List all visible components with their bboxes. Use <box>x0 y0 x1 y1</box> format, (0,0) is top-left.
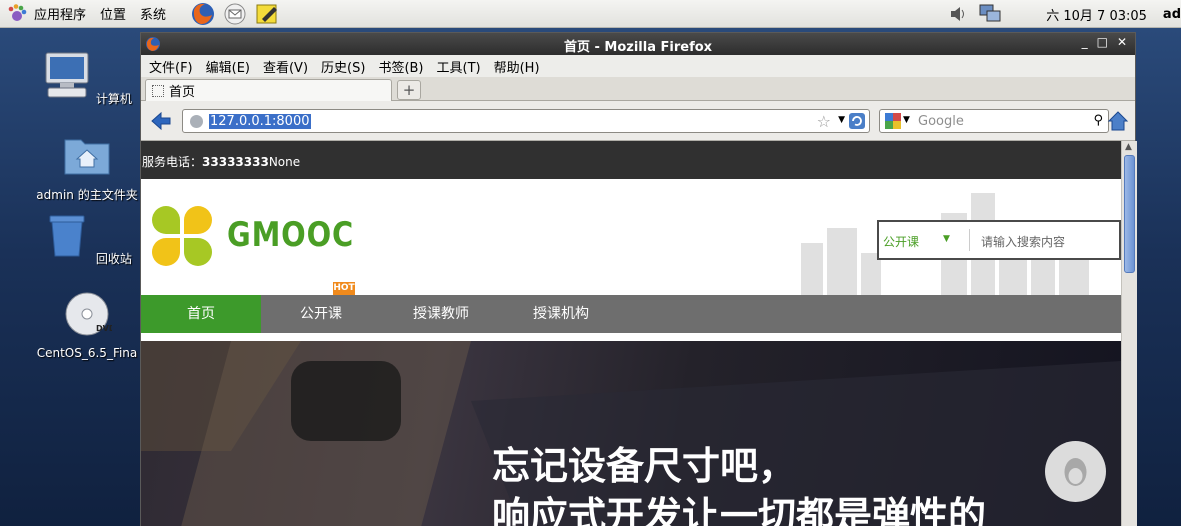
binoculars-icon[interactable]: ⚲ <box>1093 113 1103 128</box>
scrollbar-thumb[interactable] <box>1124 155 1135 273</box>
panel-menu-places[interactable]: 位置 <box>100 4 126 23</box>
firefox-window: 首页 - Mozilla Firefox _ □ ✕ 文件(F) 编辑(E) 查… <box>140 32 1137 526</box>
minimize-icon[interactable]: _ <box>1082 35 1088 49</box>
menu-edit[interactable]: 编辑(E) <box>206 57 250 76</box>
computer-icon <box>45 52 89 98</box>
banner-line-2: 响应式开发让一切都是弹性的 <box>492 494 987 526</box>
new-tab-button[interactable]: + <box>397 80 421 100</box>
volume-icon[interactable] <box>948 4 968 24</box>
menu-help[interactable]: 帮助(H) <box>494 57 540 76</box>
hot-badge: HOT <box>333 282 355 295</box>
page-scrollbar[interactable]: ▲ <box>1121 141 1137 526</box>
search-divider <box>969 229 970 251</box>
back-icon[interactable] <box>150 110 172 132</box>
site-identity-icon[interactable] <box>190 115 203 128</box>
category-dropdown-icon[interactable]: ▼ <box>943 234 950 244</box>
window-titlebar[interactable]: 首页 - Mozilla Firefox _ □ ✕ <box>141 33 1135 55</box>
desktop-icon-label: 回收站 <box>95 252 132 266</box>
tab-bar: 首页 + <box>141 77 1135 101</box>
course-search-box[interactable]: 公开课 ▼ 请输入搜索内容 <box>877 220 1121 260</box>
service-phone: 33333333 <box>202 155 269 169</box>
qq-chat-button[interactable] <box>1045 441 1106 502</box>
scroll-up-icon[interactable]: ▲ <box>1125 142 1132 152</box>
menu-history[interactable]: 历史(S) <box>321 57 365 76</box>
engine-dropdown-icon[interactable]: ▼ <box>903 115 910 125</box>
banner-headline: 忘记设备尺寸吧， 响应式开发让一切都是弹性的 <box>492 441 986 526</box>
menu-view[interactable]: 查看(V) <box>263 57 308 76</box>
site-logo-icon[interactable] <box>151 205 213 267</box>
panel-menu-system[interactable]: 系统 <box>140 4 166 23</box>
desktop-icon-computer[interactable]: 计算机 <box>22 50 152 107</box>
panel-clock[interactable]: 六 10月 7 03:05 <box>1046 5 1147 24</box>
close-icon[interactable]: ✕ <box>1117 35 1127 49</box>
panel-user[interactable]: ad <box>1163 7 1181 22</box>
hero-banner[interactable]: 忘记设备尺寸吧， 响应式开发让一切都是弹性的 <box>141 341 1121 526</box>
search-bar[interactable]: ▼ Google ⚲ <box>879 109 1109 133</box>
desktop-icon-home[interactable]: admin 的主文件夹 <box>22 130 152 203</box>
nav-teachers[interactable]: 授课教师 <box>381 295 501 333</box>
nav-home[interactable]: 首页 <box>141 295 261 333</box>
trash-icon <box>49 215 85 257</box>
gnome-foot-icon[interactable] <box>6 3 28 25</box>
notes-launcher-icon[interactable] <box>254 1 280 27</box>
google-engine-icon[interactable] <box>885 113 901 129</box>
desktop-icon-trash[interactable]: 回收站 <box>22 210 152 267</box>
svg-text:DVD: DVD <box>96 324 112 333</box>
desktop-icon-dvd[interactable]: DVD CentOS_6.5_Fina <box>22 290 152 360</box>
bookmark-star-icon[interactable]: ☆ <box>817 112 831 131</box>
search-category[interactable]: 公开课 <box>883 233 919 250</box>
top-panel: 应用程序 位置 系统 六 10月 7 03:05 ad <box>0 0 1181 28</box>
service-suffix: None <box>268 155 301 169</box>
url-text[interactable]: 127.0.0.1:8000 <box>209 114 311 129</box>
navigation-toolbar: 127.0.0.1:8000 ☆ ▼ ▼ Google ⚲ <box>141 101 1135 141</box>
banner-line-1: 忘记设备尺寸吧， <box>492 444 797 488</box>
qq-penguin-icon <box>1064 458 1087 486</box>
desktop-icon-label: admin 的主文件夹 <box>36 188 138 202</box>
nav-courses[interactable]: 公开课 <box>261 295 381 333</box>
dvd-icon: DVD <box>65 292 116 336</box>
menu-bookmarks[interactable]: 书签(B) <box>378 57 423 76</box>
network-icon[interactable] <box>978 3 1002 25</box>
search-input[interactable]: 请输入搜索内容 <box>981 233 1065 250</box>
mail-launcher-icon[interactable] <box>222 1 248 27</box>
home-folder-icon <box>64 139 110 175</box>
menu-tools[interactable]: 工具(T) <box>437 57 481 76</box>
home-icon[interactable] <box>1107 110 1129 132</box>
desktop-icon-label: 计算机 <box>95 92 132 106</box>
url-bar[interactable]: 127.0.0.1:8000 ☆ ▼ <box>182 109 870 133</box>
site-header: GMOOC 公开课 ▼ 请输入搜索内容 <box>141 179 1121 295</box>
menu-bar: 文件(F) 编辑(E) 查看(V) 历史(S) 书签(B) 工具(T) 帮助(H… <box>141 55 1135 77</box>
firefox-launcher-icon[interactable] <box>190 1 216 27</box>
menu-file[interactable]: 文件(F) <box>149 57 193 76</box>
tab-home[interactable]: 首页 <box>145 79 392 101</box>
page-favicon-icon <box>152 84 164 97</box>
site-nav: 首页 公开课 授课教师 授课机构 <box>141 295 1121 333</box>
nav-organizations[interactable]: 授课机构 <box>501 295 621 333</box>
service-label: 服务电话： <box>142 155 203 169</box>
maximize-icon[interactable]: □ <box>1097 35 1108 49</box>
url-dropdown-icon[interactable]: ▼ <box>838 115 845 125</box>
service-bar: 服务电话：33333333None <box>141 141 1121 179</box>
panel-menu-applications[interactable]: 应用程序 <box>34 4 86 23</box>
desktop-icon-label: CentOS_6.5_Fina <box>36 346 138 360</box>
tab-title: 首页 <box>169 85 196 100</box>
site-brand[interactable]: GMOOC <box>227 215 354 255</box>
reload-icon[interactable] <box>848 112 866 130</box>
search-placeholder: Google <box>918 114 964 129</box>
page-viewport: 服务电话：33333333None GMOOC 公开课 ▼ 请输入搜索内容 HO… <box>141 141 1137 526</box>
window-title: 首页 - Mozilla Firefox <box>563 40 713 55</box>
